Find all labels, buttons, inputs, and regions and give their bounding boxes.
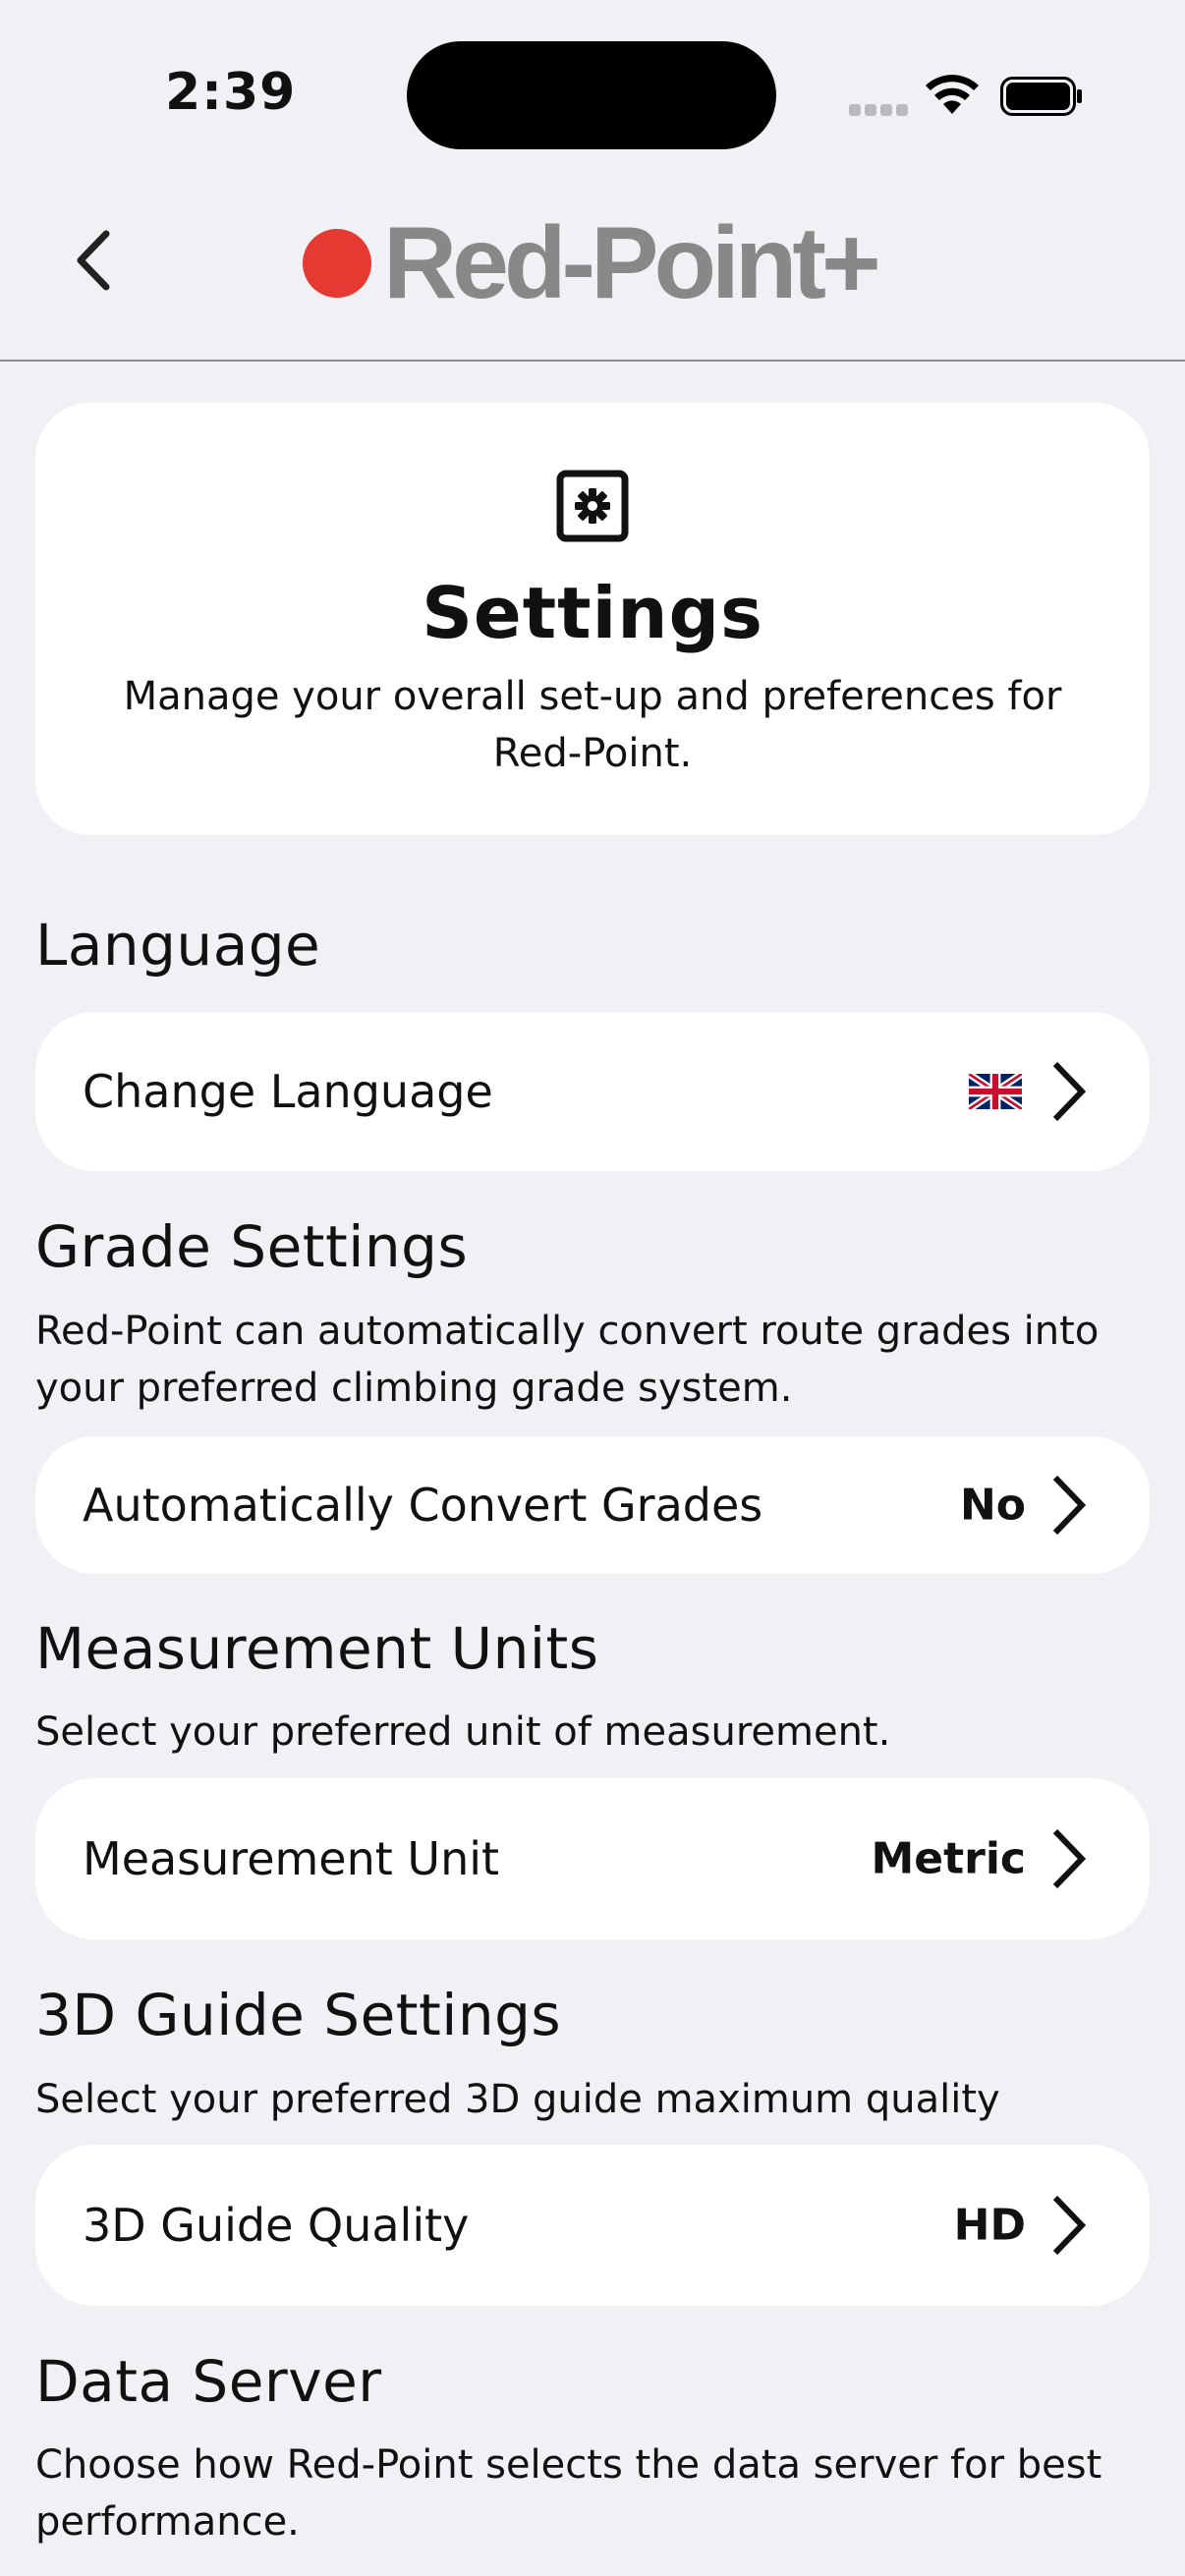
battery-icon <box>1000 77 1082 116</box>
dynamic-island <box>407 41 776 149</box>
section-desc-3d-guide: Select your preferred 3D guide maximum q… <box>35 2077 1000 2122</box>
section-title-language: Language <box>35 912 321 979</box>
section-title-3d-guide: 3D Guide Settings <box>35 1982 562 2048</box>
chevron-right-icon <box>1052 2195 1087 2256</box>
brand-logo: Red-Point+ <box>303 204 881 322</box>
page-title: Settings <box>422 572 763 654</box>
status-bar: 2:39 <box>0 0 1185 167</box>
row-label: Measurement Unit <box>83 1832 500 1885</box>
row-value: HD <box>953 2200 1026 2251</box>
chevron-right-icon <box>1052 1475 1087 1536</box>
section-title-grade: Grade Settings <box>35 1213 469 1280</box>
gear-icon <box>556 470 629 542</box>
measurement-unit-row[interactable]: Measurement Unit Metric <box>35 1778 1150 1939</box>
row-label: Change Language <box>83 1065 493 1118</box>
row-value: No <box>959 1480 1026 1531</box>
cellular-signal-icon <box>849 104 908 116</box>
section-desc-grade: Red-Point can automatically convert rout… <box>35 1309 1100 1411</box>
back-chevron-icon[interactable] <box>59 216 128 305</box>
wifi-icon <box>926 75 979 114</box>
row-label: 3D Guide Quality <box>83 2199 470 2252</box>
3d-guide-quality-row[interactable]: 3D Guide Quality HD <box>35 2145 1150 2306</box>
status-time: 2:39 <box>165 63 297 122</box>
row-label: Automatically Convert Grades <box>83 1479 763 1532</box>
nav-divider <box>0 360 1185 362</box>
section-title-data-server: Data Server <box>35 2348 382 2415</box>
settings-header-card: Settings Manage your overall set-up and … <box>35 403 1150 835</box>
uk-flag-icon <box>969 1074 1022 1109</box>
page-description: Manage your overall set-up and preferenc… <box>123 674 1062 776</box>
chevron-right-icon <box>1052 1828 1087 1889</box>
nav-header: Red-Point+ <box>0 167 1185 362</box>
change-language-row[interactable]: Change Language <box>35 1012 1150 1171</box>
section-title-measurement: Measurement Units <box>35 1615 599 1682</box>
logo-text: Red-Point+ <box>383 206 881 320</box>
logo-dot-icon <box>303 229 371 298</box>
auto-convert-grades-row[interactable]: Automatically Convert Grades No <box>35 1436 1150 1574</box>
section-desc-measurement: Select your preferred unit of measuremen… <box>35 1709 891 1755</box>
section-desc-data-server: Choose how Red-Point selects the data se… <box>35 2442 1102 2545</box>
row-value: Metric <box>871 1833 1026 1884</box>
chevron-right-icon <box>1052 1061 1087 1122</box>
